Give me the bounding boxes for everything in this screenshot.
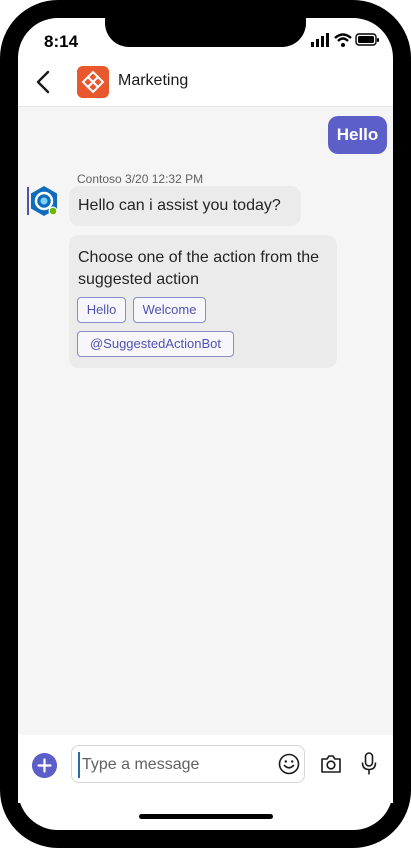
chat-header: Marketing	[18, 58, 393, 107]
bot-avatar[interactable]	[27, 185, 60, 218]
action-suggestedactionbot-button[interactable]: @SuggestedActionBot	[77, 331, 234, 357]
camera-icon[interactable]	[320, 754, 342, 774]
message-box	[71, 745, 305, 783]
signal-icon	[311, 33, 329, 47]
action-welcome-button[interactable]: Welcome	[133, 297, 206, 323]
phone-notch	[105, 0, 306, 47]
card-text: Choose one of the action from the sugges…	[78, 249, 320, 288]
add-attachment-button[interactable]	[32, 753, 57, 778]
compose-bar	[18, 735, 393, 803]
status-time: 8:14	[44, 32, 79, 51]
emoji-icon[interactable]	[278, 753, 300, 775]
microphone-icon[interactable]	[361, 752, 377, 776]
status-icons	[311, 33, 379, 47]
back-arrow-icon[interactable]	[34, 70, 54, 94]
action-hello-button[interactable]: Hello	[77, 297, 126, 323]
battery-icon	[355, 33, 379, 46]
suggested-action-card: Choose one of the action from the sugges…	[69, 235, 337, 368]
channel-title: Marketing	[118, 72, 189, 89]
bot-message-bubble: Hello can i assist you today?	[69, 186, 301, 226]
channel-avatar[interactable]	[77, 66, 109, 98]
sent-message-bubble: Hello	[328, 116, 387, 154]
presence-available-icon	[49, 207, 57, 215]
wifi-icon	[334, 33, 352, 47]
message-input[interactable]	[78, 752, 272, 778]
message-meta: Contoso 3/20 12:32 PM	[77, 172, 204, 186]
home-indicator	[139, 814, 273, 819]
unread-marker	[27, 187, 29, 215]
